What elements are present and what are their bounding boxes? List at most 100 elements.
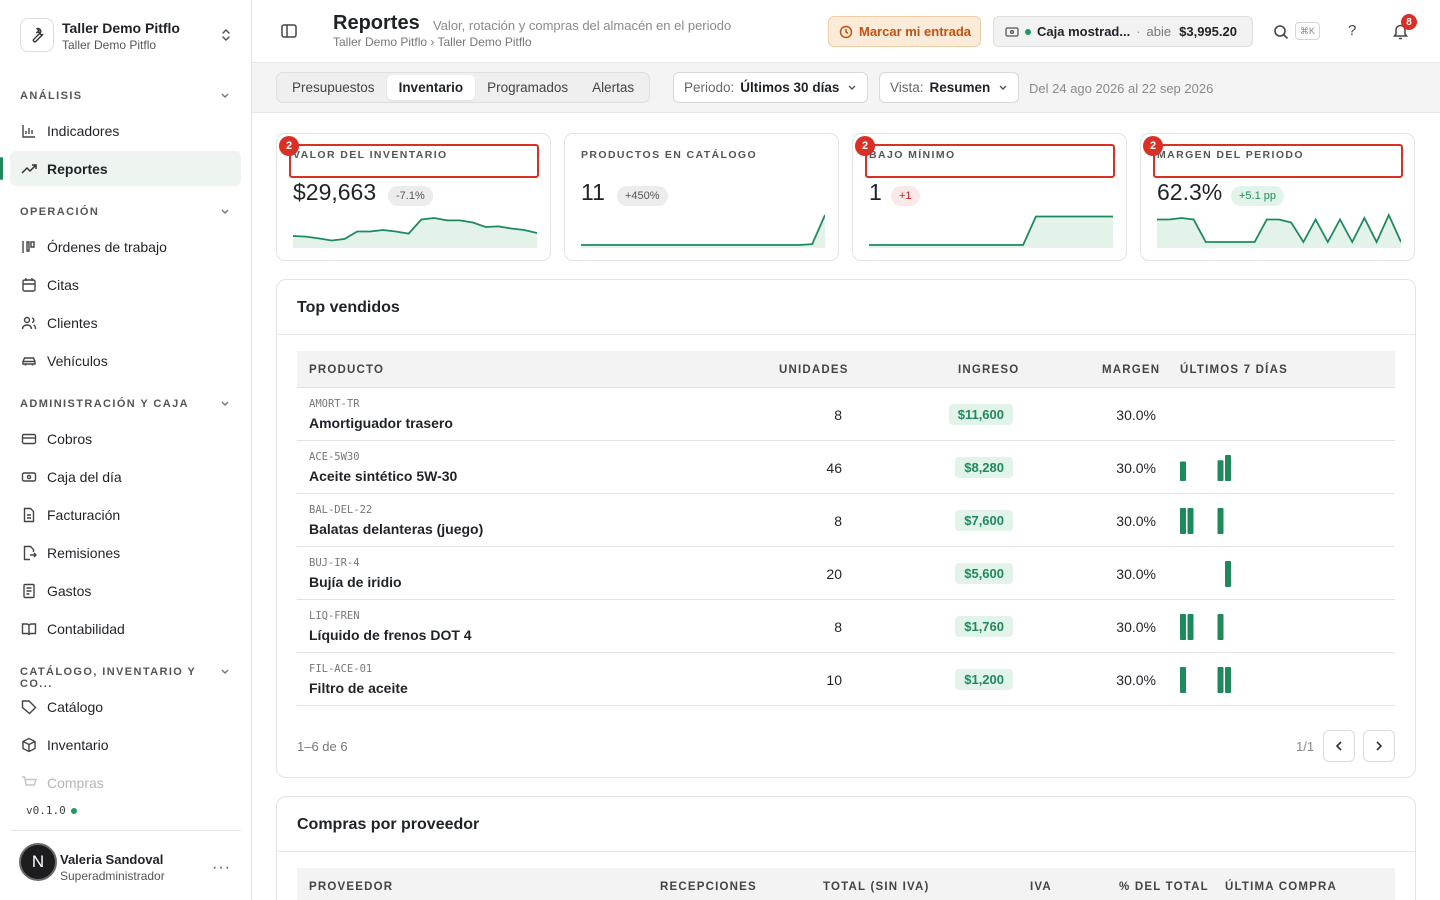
marcar-entrada-label: Marcar mi entrada [859, 24, 971, 39]
periodo-label: Periodo: [684, 80, 735, 95]
section-operacion[interactable]: OPERACIÓN [20, 206, 232, 222]
col-producto[interactable]: PRODUCTO [309, 364, 384, 376]
col-iva[interactable]: IVA [1030, 881, 1052, 893]
kanban-icon [20, 238, 38, 256]
sales-bar [1180, 461, 1186, 481]
sidebar-item-reportes[interactable]: Reportes [0, 151, 241, 186]
caja-selector[interactable]: Caja mostrad... · abie $3,995.20 [993, 16, 1253, 47]
sidebar-item-inventario[interactable]: Inventario [10, 727, 241, 762]
pagination-page: 1/1 [1296, 739, 1315, 754]
kpi-bajo-minimo[interactable]: BAJO MÍNIMO 2 1 +1 [852, 133, 1127, 261]
sales-minichart [1180, 508, 1224, 534]
sidebar-item-label: Clientes [47, 314, 98, 331]
col-porcentaje[interactable]: % DEL TOTAL [1119, 881, 1209, 893]
product-margin: 30.0% [1116, 672, 1156, 688]
sidebar-item-clientes[interactable]: Clientes [10, 305, 241, 340]
caja-separator: · [1136, 24, 1141, 39]
periodo-select[interactable]: Periodo: Últimos 30 días [673, 72, 869, 103]
tab-presupuestos[interactable]: Presupuestos [280, 75, 387, 100]
sidebar-item-compras[interactable]: Compras [10, 765, 241, 800]
tab-inventario[interactable]: Inventario [386, 75, 476, 100]
sidebar-item-remisiones[interactable]: Remisiones [10, 535, 241, 570]
section-label: ADMINISTRACIÓN Y CAJA [20, 398, 189, 410]
col-ultima-compra[interactable]: ÚLTIMA COMPRA [1225, 881, 1337, 893]
help-icon[interactable]: ? [1348, 22, 1356, 39]
sidebar-item-indicadores[interactable]: Indicadores [10, 113, 241, 148]
section-label: ANÁLISIS [20, 90, 83, 102]
tab-alertas[interactable]: Alertas [580, 75, 646, 100]
sidebar-item-cobros[interactable]: Cobros [10, 421, 241, 456]
product-revenue: $11,600 [948, 404, 1013, 425]
next-page-button[interactable] [1363, 730, 1395, 762]
sidebar-item-gastos[interactable]: Gastos [10, 573, 241, 608]
kpi-margen-periodo[interactable]: MARGEN DEL PERIODO 2 62.3% +5.1 pp [1140, 133, 1415, 261]
sidebar-item-label: Compras [47, 774, 104, 791]
divider [277, 851, 1415, 852]
product-units: 8 [834, 513, 842, 529]
table-row[interactable]: ACE-5W30 Aceite sintético 5W-30 46 $8,28… [297, 441, 1395, 494]
sidebar-item-label: Órdenes de trabajo [47, 238, 167, 255]
sidebar-item-ordenes[interactable]: Órdenes de trabajo [10, 229, 241, 264]
table-row[interactable]: LIQ-FREN Líquido de frenos DOT 4 8 $1,76… [297, 600, 1395, 653]
sidebar-item-catalogo[interactable]: Catálogo [10, 689, 241, 724]
section-analisis[interactable]: ANÁLISIS [20, 90, 232, 106]
table-row[interactable]: AMORT-TR Amortiguador trasero 8 $11,600 … [297, 388, 1395, 441]
section-catalogo[interactable]: CATÁLOGO, INVENTARIO Y CO... [20, 666, 232, 690]
chevron-left-icon [1335, 740, 1343, 752]
sidebar-item-facturacion[interactable]: Facturación [10, 497, 241, 532]
sidebar-toggle-icon[interactable] [280, 22, 298, 40]
tab-programados[interactable]: Programados [475, 75, 580, 100]
book-icon [20, 620, 38, 638]
col-recepciones[interactable]: RECEPCIONES [660, 881, 757, 893]
col-total[interactable]: TOTAL (SIN IVA) [823, 881, 930, 893]
sidebar-item-caja[interactable]: Caja del día [10, 459, 241, 494]
sidebar-item-label: Vehículos [47, 352, 108, 369]
vista-select[interactable]: Vista: Resumen [879, 72, 1020, 103]
sales-bar [1187, 614, 1194, 640]
box-icon [20, 736, 38, 754]
sales-bar [1217, 614, 1224, 640]
sparkline [869, 215, 1113, 248]
product-units: 8 [834, 619, 842, 635]
sales-bar [1187, 508, 1194, 534]
product-margin: 30.0% [1116, 566, 1156, 582]
marcar-entrada-button[interactable]: Marcar mi entrada [828, 16, 981, 47]
user-profile[interactable]: N Valeria Sandoval Superadministrador ··… [10, 830, 241, 900]
table-row[interactable]: BUJ-IR-4 Bujía de iridio 20 $5,600 30.0% [297, 547, 1395, 600]
col-proveedor[interactable]: PROVEEDOR [309, 881, 393, 893]
col-unidades[interactable]: UNIDADES [779, 364, 849, 376]
workspace-switcher[interactable]: Taller Demo Pitflo Taller Demo Pitflo [20, 18, 240, 52]
breadcrumb[interactable]: Taller Demo Pitflo › Taller Demo Pitflo [333, 35, 532, 49]
kpi-productos-catalogo[interactable]: PRODUCTOS EN CATÁLOGO 11 +450% [564, 133, 839, 261]
table-row[interactable]: FIL-ACE-01 Filtro de aceite 10 $1,200 30… [297, 653, 1395, 706]
prev-page-button[interactable] [1323, 730, 1355, 762]
sidebar-item-label: Remisiones [47, 544, 121, 561]
col-ingreso[interactable]: INGRESO [958, 364, 1019, 376]
sparkline [1157, 212, 1401, 248]
user-role: Superadministrador [60, 869, 165, 883]
chevron-down-icon [847, 84, 857, 92]
sidebar-item-contabilidad[interactable]: Contabilidad [10, 611, 241, 646]
section-administracion[interactable]: ADMINISTRACIÓN Y CAJA [20, 398, 232, 414]
more-icon[interactable]: ··· [212, 859, 231, 877]
chevron-down-icon [998, 84, 1008, 92]
kpi-valor-inventario[interactable]: VALOR DEL INVENTARIO 2 $29,663 -7.1% [276, 133, 551, 261]
chevron-down-icon [220, 92, 230, 100]
invoice-icon [20, 506, 38, 524]
sidebar-item-vehiculos[interactable]: Vehículos [10, 343, 241, 378]
sales-bar [1180, 667, 1186, 693]
product-margin: 30.0% [1116, 619, 1156, 635]
annotation-marker: 2 [279, 136, 299, 156]
sales-bar [1180, 508, 1186, 534]
col-margen[interactable]: MARGEN [1102, 364, 1160, 376]
search-icon[interactable] [1273, 24, 1289, 40]
sidebar-item-citas[interactable]: Citas [10, 267, 241, 302]
kpi-value: 11 [581, 179, 605, 205]
sidebar-item-label: Gastos [47, 582, 92, 599]
table-row[interactable]: BAL-DEL-22 Balatas delanteras (juego) 8 … [297, 494, 1395, 547]
section-label: OPERACIÓN [20, 206, 100, 218]
sales-minichart [1180, 402, 1250, 428]
app-version: v0.1.0 [26, 804, 77, 817]
sparkline-line [581, 214, 825, 246]
chevron-right-icon [1375, 740, 1383, 752]
